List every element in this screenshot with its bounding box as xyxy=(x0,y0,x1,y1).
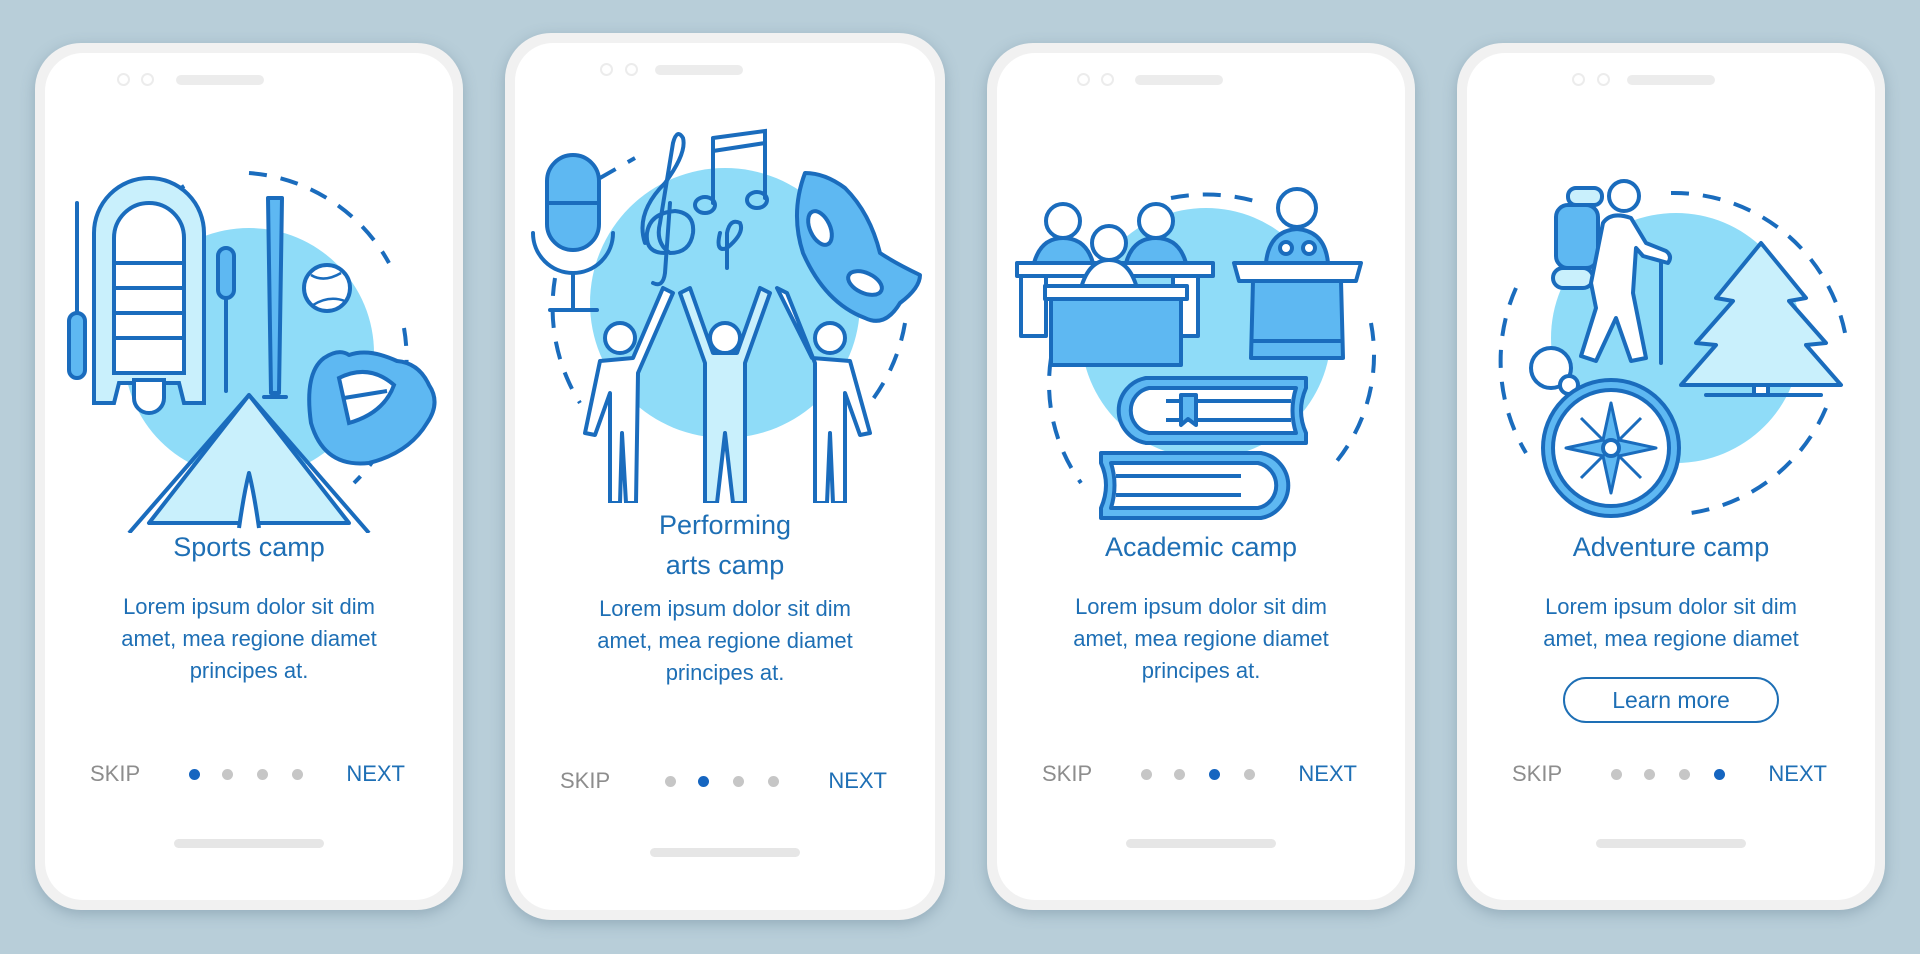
baseball-glove-icon xyxy=(307,350,437,466)
speaker-at-podium-icon xyxy=(1232,187,1363,360)
page-dot-3-active[interactable] xyxy=(1209,769,1220,780)
next-button[interactable]: NEXT xyxy=(1768,759,1827,789)
speaker-slot xyxy=(176,75,264,85)
page-dot-2[interactable] xyxy=(1174,769,1185,780)
page-dot-4[interactable] xyxy=(768,776,779,787)
page-dot-1-active[interactable] xyxy=(189,769,200,780)
page-dot-3[interactable] xyxy=(257,769,268,780)
page-dot-2[interactable] xyxy=(1644,769,1655,780)
baseball-icon xyxy=(302,263,352,313)
next-button[interactable]: NEXT xyxy=(1298,759,1357,789)
inflatable-boat-icon xyxy=(92,176,206,415)
page-dot-2[interactable] xyxy=(222,769,233,780)
home-indicator[interactable] xyxy=(1596,839,1746,848)
screen-title: Academic camp xyxy=(1104,532,1298,562)
description-line: amet, mea regione diamet xyxy=(121,626,377,651)
page-indicator xyxy=(1611,769,1731,781)
next-button[interactable]: NEXT xyxy=(828,766,887,796)
page-dot-4[interactable] xyxy=(292,769,303,780)
phone-screen-sports-camp: Sports camp Lorem ipsum dolor sit dim am… xyxy=(35,43,463,910)
skip-button[interactable]: SKIP xyxy=(90,759,140,789)
sensor-dot xyxy=(141,73,154,86)
learn-more-button[interactable]: Learn more xyxy=(1563,677,1779,723)
phone-screen-performing-arts-camp: Performing arts camp Lorem ipsum dolor s… xyxy=(505,33,945,920)
screen-description: Lorem ipsum dolor sit dim amet, mea regi… xyxy=(75,591,423,687)
onboarding-nav: SKIP NEXT xyxy=(45,759,453,789)
camera-dot xyxy=(1572,73,1585,86)
description-line: amet, mea regione diamet xyxy=(1543,626,1799,651)
screen: Academic camp Lorem ipsum dolor sit dim … xyxy=(997,53,1405,900)
next-button[interactable]: NEXT xyxy=(346,759,405,789)
page-dot-3[interactable] xyxy=(1679,769,1690,780)
page-dot-4-active[interactable] xyxy=(1714,769,1725,780)
description-line: Lorem ipsum dolor sit dim xyxy=(1545,594,1797,619)
phone-top-bar xyxy=(997,73,1405,89)
page-dot-1[interactable] xyxy=(1611,769,1622,780)
description-line: Lorem ipsum dolor sit dim xyxy=(1075,594,1327,619)
title-line: arts camp xyxy=(665,550,785,580)
academic-camp-illustration xyxy=(997,123,1405,533)
screen: Performing arts camp Lorem ipsum dolor s… xyxy=(515,43,935,910)
page-dot-3[interactable] xyxy=(733,776,744,787)
home-indicator[interactable] xyxy=(1126,839,1276,848)
skip-button[interactable]: SKIP xyxy=(560,766,610,796)
phone-screen-adventure-camp: Adventure camp Lorem ipsum dolor sit dim… xyxy=(1457,43,1885,910)
home-indicator[interactable] xyxy=(174,839,324,848)
camera-dot xyxy=(1077,73,1090,86)
sensor-dot xyxy=(625,63,638,76)
description-line: principes at. xyxy=(1141,658,1261,683)
page-dot-2-active[interactable] xyxy=(698,776,709,787)
phone-top-bar xyxy=(45,73,453,89)
speaker-slot xyxy=(1627,75,1715,85)
phone-top-bar xyxy=(515,63,935,79)
sensor-dot xyxy=(1101,73,1114,86)
home-indicator[interactable] xyxy=(650,848,800,857)
screen: Adventure camp Lorem ipsum dolor sit dim… xyxy=(1467,53,1875,900)
speaker-slot xyxy=(1135,75,1223,85)
page-dot-4[interactable] xyxy=(1244,769,1255,780)
title-line: Performing xyxy=(658,510,792,540)
description-line: amet, mea regione diamet xyxy=(597,628,853,653)
sensor-dot xyxy=(1597,73,1610,86)
screen-description: Lorem ipsum dolor sit dim amet, mea regi… xyxy=(1497,591,1845,655)
onboarding-nav: SKIP NEXT xyxy=(997,759,1405,789)
skip-button[interactable]: SKIP xyxy=(1042,759,1092,789)
page-indicator xyxy=(189,769,309,781)
skip-button[interactable]: SKIP xyxy=(1512,759,1562,789)
screen-title: Adventure camp xyxy=(1572,532,1770,562)
description-line: amet, mea regione diamet xyxy=(1073,626,1329,651)
performing-arts-illustration xyxy=(515,103,935,513)
screen-title: Sports camp xyxy=(173,532,325,562)
description-line: principes at. xyxy=(665,660,785,685)
screen: Sports camp Lorem ipsum dolor sit dim am… xyxy=(45,53,453,900)
sports-camp-illustration xyxy=(45,123,453,533)
page-dot-1[interactable] xyxy=(1141,769,1152,780)
description-line: Lorem ipsum dolor sit dim xyxy=(123,594,375,619)
screen-description: Lorem ipsum dolor sit dim amet, mea regi… xyxy=(1027,591,1375,687)
adventure-camp-illustration xyxy=(1467,123,1875,533)
description-line: principes at. xyxy=(189,658,309,683)
camera-dot xyxy=(600,63,613,76)
onboarding-nav: SKIP NEXT xyxy=(1467,759,1875,789)
screen-description: Lorem ipsum dolor sit dim amet, mea regi… xyxy=(545,593,905,689)
phone-screen-academic-camp: Academic camp Lorem ipsum dolor sit dim … xyxy=(987,43,1415,910)
phone-top-bar xyxy=(1467,73,1875,89)
paddle-icon xyxy=(67,201,87,380)
speaker-slot xyxy=(655,65,743,75)
screen-title: Performing arts camp xyxy=(515,505,935,585)
description-line: Lorem ipsum dolor sit dim xyxy=(599,596,851,621)
camera-dot xyxy=(117,73,130,86)
page-dot-1[interactable] xyxy=(665,776,676,787)
onboarding-nav: SKIP NEXT xyxy=(515,766,935,796)
page-indicator xyxy=(1141,769,1261,781)
page-indicator xyxy=(665,776,785,788)
